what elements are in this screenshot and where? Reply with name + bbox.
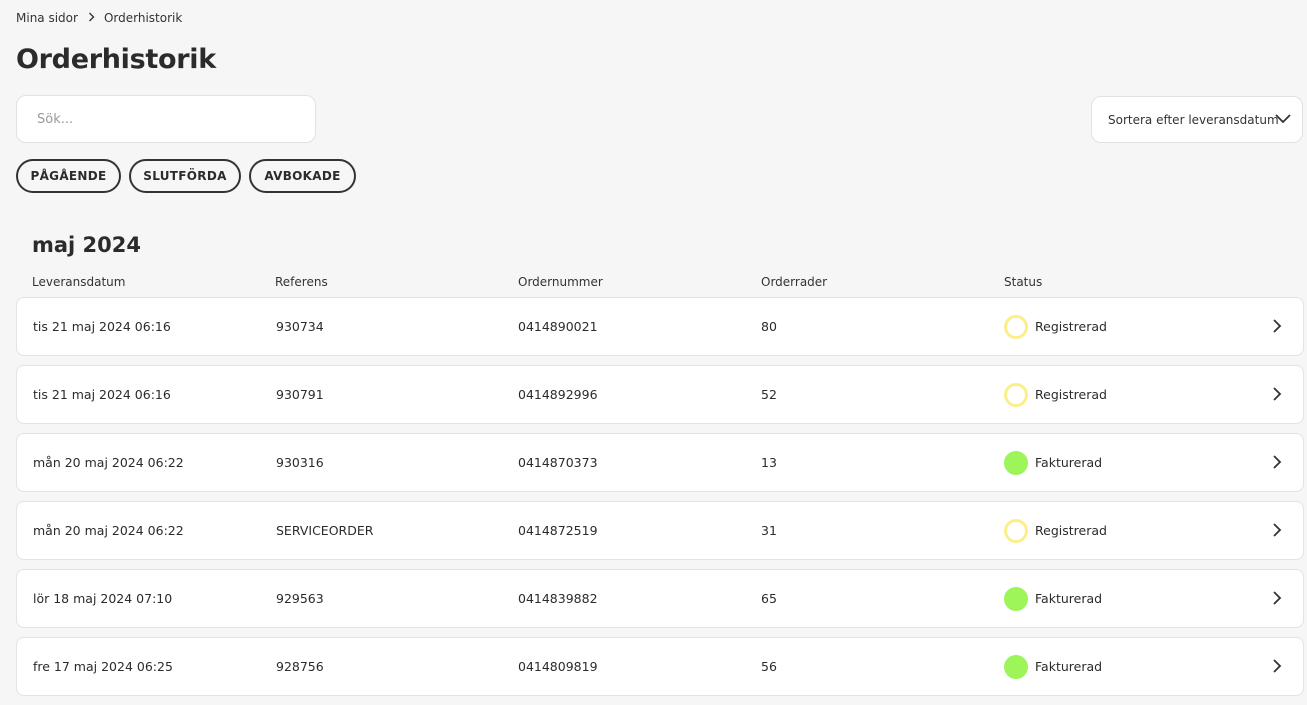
order-lines-count: 52 xyxy=(761,387,777,402)
sort-label: Sortera efter leveransdatum xyxy=(1108,112,1279,127)
order-row[interactable]: tis 21 maj 2024 06:16 930734 0414890021 80 R… xyxy=(16,297,1304,356)
order-row[interactable]: mån 20 maj 2024 06:22 SERVICEORDER 0414872… xyxy=(16,501,1304,560)
chevron-right-icon xyxy=(1273,455,1282,469)
status-registered-icon xyxy=(1004,315,1028,339)
order-number: 0414809819 xyxy=(518,659,598,674)
order-date: tis 21 maj 2024 06:16 xyxy=(33,387,171,402)
chevron-right-icon xyxy=(1273,387,1282,401)
order-row[interactable]: fre 17 maj 2024 06:25 928756 0414809819 56 F… xyxy=(16,637,1304,696)
filter-ongoing-button[interactable]: PÅGÅENDE xyxy=(16,159,121,193)
order-status: Fakturerad xyxy=(1035,455,1103,470)
order-number: 0414839882 xyxy=(518,591,598,606)
filter-completed-button[interactable]: SLUTFÖRDA xyxy=(129,159,241,193)
order-date: mån 20 maj 2024 06:22 xyxy=(33,455,184,470)
column-header-status: Status xyxy=(1004,275,1043,289)
status-invoiced-icon xyxy=(1004,451,1028,475)
chevron-right-icon xyxy=(88,12,95,25)
order-status: Registrerad xyxy=(1035,523,1107,538)
column-header-order-lines: Orderrader xyxy=(761,275,828,289)
status-filter-group: PÅGÅENDE SLUTFÖRDA AVBOKADE xyxy=(16,159,356,193)
order-number: 0414870373 xyxy=(518,455,598,470)
order-status: Fakturerad xyxy=(1035,659,1103,674)
order-reference: 930316 xyxy=(276,455,324,470)
order-lines-count: 13 xyxy=(761,455,777,470)
column-header-date: Leveransdatum xyxy=(32,275,126,289)
order-reference: 929563 xyxy=(276,591,324,606)
order-lines-count: 56 xyxy=(761,659,777,674)
status-invoiced-icon xyxy=(1004,655,1028,679)
order-lines-count: 65 xyxy=(761,591,777,606)
breadcrumb: Mina sidor Orderhistorik xyxy=(16,11,182,25)
order-row[interactable]: tis 21 maj 2024 06:16 930791 0414892996 52 R… xyxy=(16,365,1304,424)
order-reference: 930791 xyxy=(276,387,324,402)
order-reference: 928756 xyxy=(276,659,324,674)
filter-cancelled-button[interactable]: AVBOKADE xyxy=(249,159,356,193)
breadcrumb-home-link[interactable]: Mina sidor xyxy=(16,11,78,25)
status-invoiced-icon xyxy=(1004,587,1028,611)
order-date: mån 20 maj 2024 06:22 xyxy=(33,523,184,538)
chevron-right-icon xyxy=(1273,319,1282,333)
order-reference: SERVICEORDER xyxy=(276,523,374,538)
order-date: lör 18 maj 2024 07:10 xyxy=(33,591,173,606)
breadcrumb-current: Orderhistorik xyxy=(103,11,183,25)
page-title: Orderhistorik xyxy=(16,44,216,75)
order-date: fre 17 maj 2024 06:25 xyxy=(33,659,173,674)
order-status: Fakturerad xyxy=(1035,591,1103,606)
order-number: 0414892996 xyxy=(518,387,598,402)
chevron-right-icon xyxy=(1273,591,1282,605)
sort-dropdown[interactable]: Sortera efter leveransdatum xyxy=(1091,96,1303,143)
chevron-down-icon xyxy=(1275,114,1291,124)
status-registered-icon xyxy=(1004,383,1028,407)
month-heading: maj 2024 xyxy=(32,233,142,257)
order-number: 0414872519 xyxy=(518,523,598,538)
status-registered-icon xyxy=(1004,519,1028,543)
order-status: Registrerad xyxy=(1035,387,1107,402)
order-date: tis 21 maj 2024 06:16 xyxy=(33,319,171,334)
order-row[interactable]: mån 20 maj 2024 06:22 930316 0414870373 13 F… xyxy=(16,433,1304,492)
column-header-reference: Referens xyxy=(275,275,328,289)
column-header-order-number: Ordernummer xyxy=(518,275,603,289)
order-row[interactable]: lör 18 maj 2024 07:10 929563 0414839882 65 F… xyxy=(16,569,1304,628)
order-lines-count: 80 xyxy=(761,319,777,334)
search-input[interactable] xyxy=(16,95,316,143)
order-reference: 930734 xyxy=(276,319,324,334)
order-number: 0414890021 xyxy=(518,319,598,334)
order-lines-count: 31 xyxy=(761,523,777,538)
chevron-right-icon xyxy=(1273,523,1282,537)
order-status: Registrerad xyxy=(1035,319,1107,334)
chevron-right-icon xyxy=(1273,659,1282,673)
